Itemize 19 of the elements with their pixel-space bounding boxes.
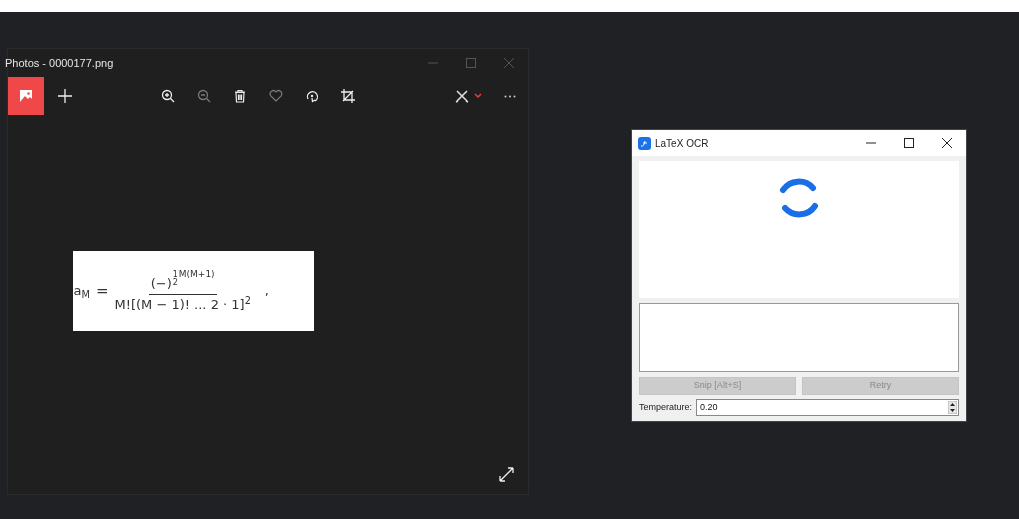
spinner-arrows-icon[interactable]	[948, 401, 957, 414]
app-icon	[638, 136, 651, 150]
add-icon[interactable]	[58, 89, 72, 103]
zoom-in-icon[interactable]	[161, 89, 175, 103]
temperature-field[interactable]: 0.20	[696, 399, 959, 416]
caret-icon[interactable]	[474, 93, 482, 99]
crop-icon[interactable]	[341, 89, 355, 103]
temperature-label: Temperature:	[639, 400, 693, 414]
maximize-icon[interactable]	[904, 138, 914, 148]
gallery-button[interactable]	[8, 77, 44, 115]
image-icon	[20, 90, 32, 102]
output-field[interactable]	[639, 303, 959, 372]
close-icon[interactable]	[942, 138, 952, 148]
rotate-icon[interactable]	[305, 89, 319, 103]
window-title: LaTeX OCR	[655, 136, 709, 151]
fullscreen-icon[interactable]	[499, 467, 514, 482]
window-title: Photos - 0000177.png	[5, 55, 114, 71]
more-icon[interactable]	[504, 94, 516, 98]
trash-icon[interactable]	[233, 89, 247, 103]
